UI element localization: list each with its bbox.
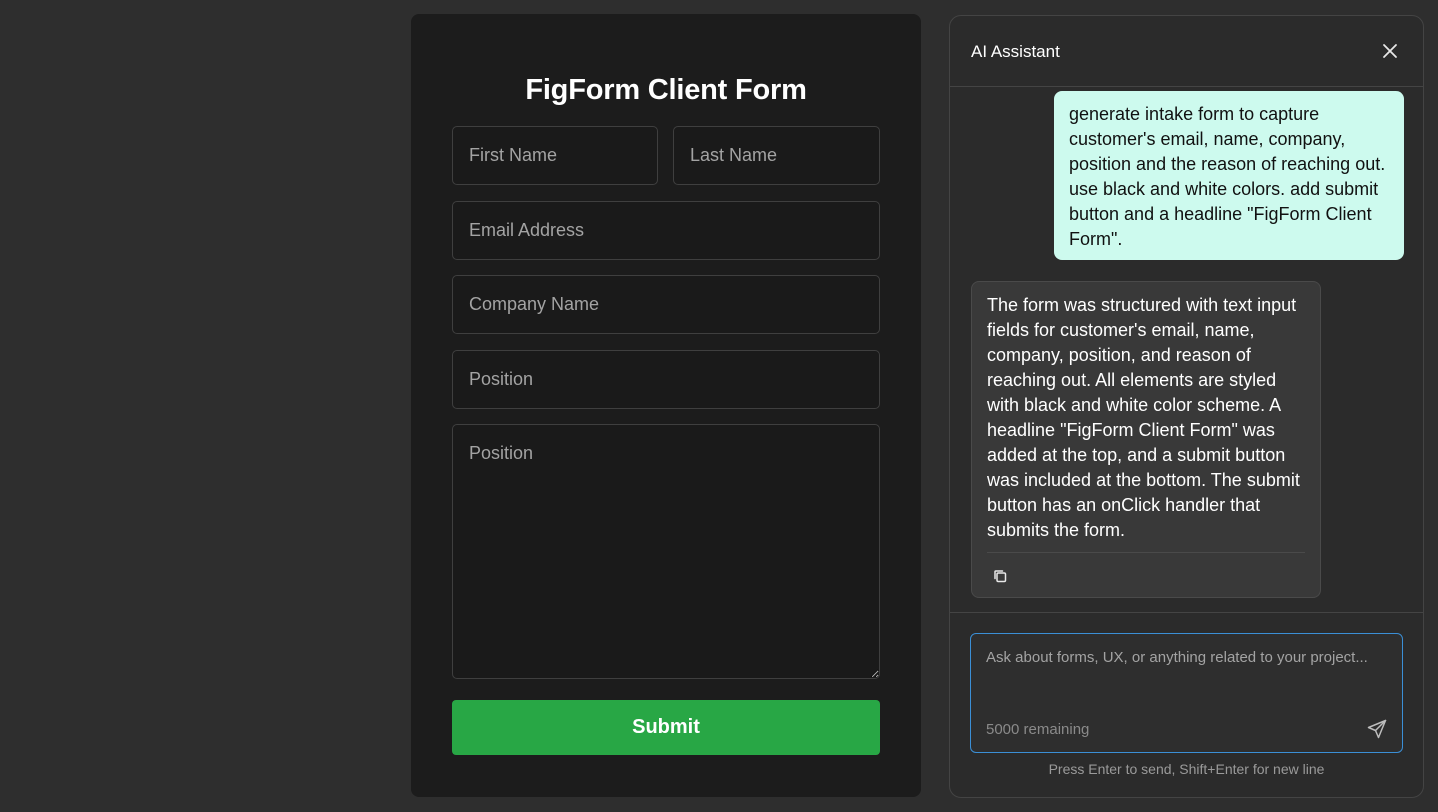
close-icon: [1383, 44, 1397, 58]
assistant-footer: 5000 remaining Press Enter to send, Shif…: [950, 612, 1423, 797]
position-input[interactable]: [452, 350, 880, 409]
form-card: FigForm Client Form Submit: [411, 14, 921, 797]
assistant-header: AI Assistant: [950, 16, 1423, 87]
assistant-title: AI Assistant: [971, 42, 1060, 61]
user-message: generate intake form to capture customer…: [1054, 91, 1404, 260]
form-title: FigForm Client Form: [525, 74, 807, 106]
chat-input[interactable]: [971, 634, 1402, 714]
page: FigForm Client Form Submit AI Assistant …: [0, 0, 1438, 812]
message-divider: [987, 552, 1305, 553]
reason-textarea[interactable]: [452, 424, 880, 679]
remaining-count: 5000 remaining: [986, 721, 1090, 738]
copy-icon: [994, 570, 1007, 583]
assistant-message: The form was structured with text input …: [971, 281, 1321, 598]
send-button[interactable]: [1366, 718, 1388, 740]
company-input[interactable]: [452, 275, 880, 334]
ai-assistant-panel: AI Assistant generate intake form to cap…: [949, 15, 1424, 798]
submit-button[interactable]: Submit: [452, 700, 880, 755]
keyboard-hint: Press Enter to send, Shift+Enter for new…: [1048, 761, 1325, 777]
close-button[interactable]: [1379, 40, 1401, 62]
chat-box: 5000 remaining: [970, 633, 1403, 753]
email-input[interactable]: [452, 201, 880, 260]
send-icon: [1367, 719, 1387, 739]
last-name-input[interactable]: [673, 126, 880, 185]
copy-button[interactable]: [989, 565, 1011, 587]
first-name-input[interactable]: [452, 126, 658, 185]
assistant-message-text: The form was structured with text input …: [987, 295, 1300, 540]
